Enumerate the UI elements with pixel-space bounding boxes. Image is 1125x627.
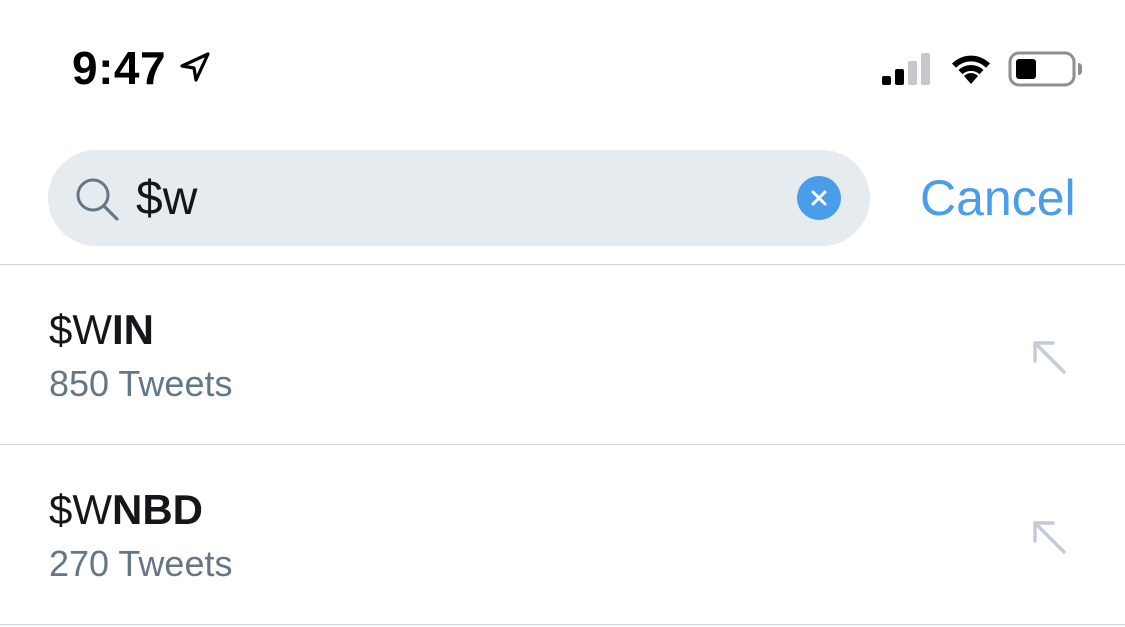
divider <box>0 444 1125 445</box>
search-result-row[interactable]: $WIN 850 Tweets <box>0 266 1125 444</box>
result-title-prefix: $W <box>49 486 112 533</box>
divider <box>0 264 1125 265</box>
status-time: 9:47 <box>72 42 167 94</box>
wifi-icon <box>952 55 990 84</box>
result-title-match: NBD <box>112 486 203 533</box>
result-title: $WNBD <box>49 486 203 534</box>
location-arrow-icon <box>180 52 210 82</box>
clear-icon <box>811 190 827 206</box>
clear-search-button[interactable] <box>797 176 841 220</box>
result-title-prefix: $W <box>49 306 112 353</box>
search-screen: 9:47 $w Cancel $WIN 850 Tweets $WNBD 270… <box>0 0 1125 627</box>
search-row: Cancel <box>0 150 1125 246</box>
battery-icon <box>1008 51 1082 87</box>
search-icon <box>76 178 119 221</box>
result-tweet-count: 270 Tweets <box>49 543 233 584</box>
search-input[interactable] <box>136 168 776 228</box>
cellular-signal-icon <box>882 53 930 85</box>
divider <box>0 624 1125 625</box>
cancel-button[interactable]: Cancel <box>920 168 1076 228</box>
status-bar: 9:47 <box>0 0 1125 130</box>
result-title-match: IN <box>112 306 154 353</box>
fill-search-arrow-icon[interactable] <box>1028 516 1070 558</box>
result-title: $WIN <box>49 306 154 354</box>
fill-search-arrow-icon[interactable] <box>1028 336 1070 378</box>
search-result-row[interactable]: $WNBD 270 Tweets <box>0 446 1125 624</box>
result-tweet-count: 850 Tweets <box>49 363 233 404</box>
